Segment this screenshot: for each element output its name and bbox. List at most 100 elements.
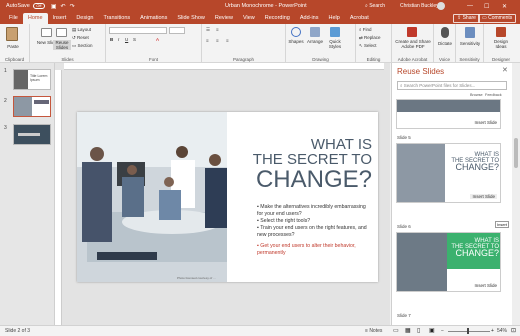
reuse-slide-card-6[interactable]: WHAT IS THE SECRET TO CHANGE? Insert Slide [396,232,501,292]
sensitivity-label: Sensitivity [459,57,480,62]
new-slide-icon[interactable] [41,28,52,37]
tab-acrobat[interactable]: Acrobat [345,13,374,24]
autosave-toggle[interactable]: Off [32,3,45,9]
slide-bullets[interactable]: ▪ Make the alternatives incredibly embar… [257,204,369,257]
reuse-pane-title: Reuse Slides [397,67,445,76]
reuse-slides-button[interactable]: Reuse Slides [53,40,71,50]
slideshow-icon[interactable]: ▣ [429,327,435,334]
numbering-icon[interactable]: ≡ [216,27,219,32]
fit-slide-icon[interactable]: ⊡ [511,327,516,334]
search-box[interactable]: ⌕ Search [365,3,385,9]
zoom-slider[interactable] [448,331,490,332]
dictate-button[interactable]: Dictate [435,41,455,46]
section-button[interactable]: ▭ Section [72,43,93,48]
bullets-icon[interactable]: ☰ [206,27,210,32]
tab-design[interactable]: Design [71,13,98,24]
font-color-icon[interactable]: A [156,37,159,42]
microphone-icon[interactable] [441,27,449,38]
current-slide[interactable]: WHAT IS THE SECRET TO CHANGE? ▪ Make the… [77,112,378,282]
reuse-search-input[interactable]: ⌕ Search PowerPoint files for Slides... [397,81,507,90]
slide-sorter-icon[interactable]: ▦ [405,327,411,334]
create-share-pdf-button[interactable]: Create and Share Adobe PDF [393,39,433,49]
minimize-icon[interactable]: — [467,3,473,9]
normal-view-icon[interactable]: ▭ [393,327,399,334]
tab-file[interactable]: File [4,13,23,24]
zoom-level[interactable]: 54% [497,328,507,334]
zoom-out-icon[interactable]: − [441,328,444,334]
shapes-icon[interactable] [291,27,301,37]
align-center-icon[interactable]: ≡ [216,38,219,43]
tab-help[interactable]: Help [324,13,345,24]
photo-credit: Photo licensed courtesy of ... [177,276,216,280]
strikethrough-icon[interactable]: S [133,37,136,42]
feedback-link[interactable]: Feedback [485,93,502,97]
avatar[interactable] [437,2,445,10]
autosave-label: AutoSave [6,3,30,9]
thumbnail-slide-3[interactable] [13,124,51,145]
design-ideas-icon[interactable] [496,27,506,37]
tab-slide-show[interactable]: Slide Show [172,13,210,24]
thumbnail-slide-2[interactable] [13,96,51,117]
comments-button[interactable]: ▭ Comments [478,14,517,23]
insert-slide-button[interactable]: Insert Slide [470,194,497,199]
notes-label: Notes [369,328,383,334]
save-icon[interactable]: ▣ [51,3,57,10]
find-button[interactable]: ⌕ Find [359,27,372,32]
sensitivity-button[interactable]: Sensitivity [457,41,483,46]
zoom-in-icon[interactable]: + [491,328,494,334]
undo-icon[interactable]: ↶ [61,3,66,10]
tab-home[interactable]: Home [22,13,48,24]
layout-button[interactable]: ▤ Layout [72,27,91,32]
tab-add-ins[interactable]: Add-ins [295,13,324,24]
user-name[interactable]: Christian Buckley [400,3,439,9]
reuse-slide-card-5[interactable]: WHAT IS THE SECRET TO CHANGE? Insert Slide [396,143,501,203]
font-group: B I U S A Font [106,24,202,63]
align-right-icon[interactable]: ≡ [226,38,229,43]
insert-slide-button[interactable]: Insert Slide [474,283,497,288]
align-left-icon[interactable]: ≡ [206,38,209,43]
font-label: Font [148,57,158,62]
design-ideas-button[interactable]: Design Ideas [488,39,514,49]
pane-scrollbar[interactable] [512,63,520,325]
pane-close-icon[interactable]: ✕ [502,66,508,74]
thumbnail-slide-1[interactable]: Title Lorem Ipsum [13,69,51,90]
zoom-slider-thumb[interactable] [467,328,469,334]
shapes-button[interactable]: Shapes [287,39,305,44]
reading-view-icon[interactable]: ▯ [417,327,420,334]
tab-animations[interactable]: Animations [135,13,172,24]
reset-button[interactable]: ↺ Reset [72,35,89,40]
slide-title[interactable]: WHAT IS THE SECRET TO CHANGE? [229,137,372,192]
scroll-thumb[interactable] [514,138,518,168]
paste-button[interactable]: Paste [3,44,23,49]
share-button[interactable]: ⇪ Share [453,14,480,23]
notes-button[interactable]: ≡ Notes [365,328,382,334]
select-button[interactable]: ↖ Select [359,43,377,48]
arrange-button[interactable]: Arrange [305,39,325,44]
italic-icon[interactable]: I [118,37,119,42]
bold-icon[interactable]: B [110,37,113,42]
reuse-slide-card-4[interactable]: Insert Slide [396,99,501,129]
tab-recording[interactable]: Recording [260,13,295,24]
quick-styles-icon[interactable] [330,27,340,37]
underline-icon[interactable]: U [125,37,128,42]
font-size-select[interactable] [169,27,185,34]
font-family-select[interactable] [109,27,167,34]
tab-view[interactable]: View [238,13,260,24]
arrange-icon[interactable] [310,27,320,37]
maximize-icon[interactable]: ☐ [484,3,489,10]
title-line-2: THE SECRET TO [252,151,372,168]
close-icon[interactable]: ✕ [502,3,507,10]
replace-button[interactable]: ⇄ Replace [359,35,381,40]
redo-icon[interactable]: ↷ [70,3,75,10]
tab-insert[interactable]: Insert [48,13,72,24]
tab-review[interactable]: Review [210,13,238,24]
adobe-pdf-icon[interactable] [407,27,417,37]
insert-slide-button[interactable]: Insert Slide [474,120,497,125]
sensitivity-icon[interactable] [465,27,475,38]
reuse-slides-icon[interactable] [56,28,67,37]
tab-transitions[interactable]: Transitions [98,13,135,24]
browse-link[interactable]: Browse [470,93,483,97]
quick-styles-button[interactable]: Quick Styles [326,39,344,49]
paste-icon[interactable] [6,27,18,41]
clipboard-label: Clipboard [4,57,25,62]
